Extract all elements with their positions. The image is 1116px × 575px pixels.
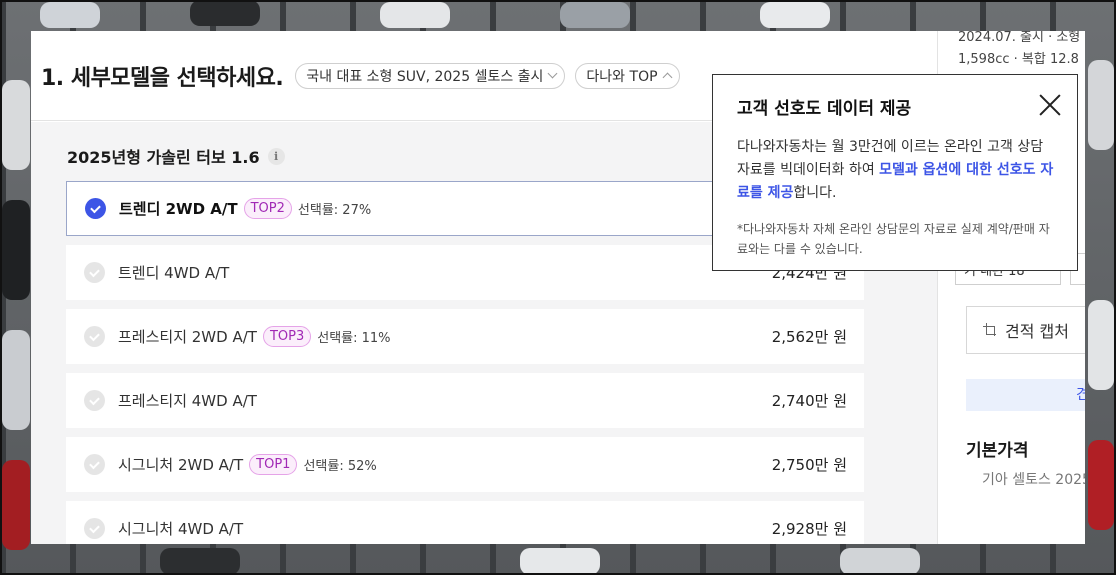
- trim-row[interactable]: 시그니처 4WD A/T 2,928만 원: [66, 501, 864, 544]
- preference-data-popup: 고객 선호도 데이터 제공 다나와자동차는 월 3만건에 이르는 온라인 고객 …: [712, 74, 1078, 271]
- popup-body: 다나와자동차는 월 3만건에 이르는 온라인 고객 상담자료를 빅데이터화 하여…: [737, 136, 1055, 205]
- top-badge: TOP1: [249, 454, 298, 475]
- model-info-chip[interactable]: 국내 대표 소형 SUV, 2025 셀토스 출시: [295, 62, 566, 89]
- trim-price: 2,740만 원: [771, 392, 847, 410]
- check-circle-icon[interactable]: [85, 198, 106, 219]
- car-shape: [2, 200, 30, 300]
- section-title: 2025년형 가솔린 터보 1.6 i: [67, 144, 285, 168]
- base-price-title: 기본가격: [966, 441, 1029, 461]
- trim-name: 시그니처 4WD A/T: [118, 520, 244, 538]
- chevron-up-icon: [662, 72, 672, 82]
- check-circle-icon[interactable]: [84, 262, 105, 283]
- car-shape: [190, 0, 260, 26]
- trim-name: 프레스티지 4WD A/T: [118, 392, 257, 410]
- trim-row[interactable]: 시그니처 2WD A/T TOP1 선택률: 52% 2,750만 원: [66, 437, 864, 492]
- car-shape: [380, 2, 450, 28]
- trim-row[interactable]: 프레스티지 2WD A/T TOP3 선택률: 11% 2,562만 원: [66, 309, 864, 364]
- section-title-text: 2025년형 가솔린 터보 1.6: [67, 148, 260, 167]
- top-badge: TOP3: [262, 326, 312, 347]
- car-shape: [2, 460, 30, 550]
- check-circle-icon[interactable]: [84, 454, 105, 475]
- car-shape: [760, 2, 830, 28]
- base-price-model: 기아 셀토스 2025: [982, 472, 1085, 488]
- car-shape: [560, 2, 630, 28]
- trim-name: 프레스티지 2WD A/T: [118, 328, 257, 346]
- selection-rate: 선택률: 27%: [297, 203, 372, 218]
- car-shape: [1088, 440, 1114, 530]
- check-circle-icon[interactable]: [84, 518, 105, 539]
- trim-name: 시그니처 2WD A/T: [118, 456, 244, 474]
- car-shape: [160, 548, 240, 575]
- top-badge: TOP2: [243, 198, 292, 219]
- popup-body-text-end: 합니다.: [793, 185, 837, 201]
- car-shape: [840, 548, 920, 575]
- check-circle-icon[interactable]: [84, 326, 105, 347]
- car-shape: [1088, 300, 1114, 390]
- car-shape: [2, 330, 30, 430]
- release-info: 2024.07. 출시 · 소형: [958, 31, 1081, 45]
- car-shape: [520, 548, 600, 575]
- spec-info: 1,598cc · 복합 12.8: [958, 52, 1079, 67]
- popup-note: *다나와자동차 자체 온라인 상담문의 자료로 실제 계약/판매 자료와는 다를…: [737, 222, 1050, 256]
- popup-title: 고객 선호도 데이터 제공: [737, 99, 912, 119]
- crop-icon: [983, 323, 997, 337]
- chip-label: 국내 대표 소형 SUV, 2025 셀토스 출시: [306, 68, 544, 85]
- chevron-down-icon: [547, 68, 558, 79]
- trim-price: 2,928만 원: [771, 520, 847, 538]
- trim-price: 2,562만 원: [771, 328, 847, 346]
- page-title: 1. 세부모델을 선택하세요.: [41, 65, 284, 91]
- car-shape: [1088, 60, 1114, 150]
- danawa-top-chip[interactable]: 다나와 TOP: [575, 62, 680, 89]
- car-shape: [2, 80, 30, 170]
- selection-rate: 선택률: 52%: [303, 459, 377, 474]
- estimate-capture-button[interactable]: 견적 캡처: [966, 306, 1085, 354]
- trim-name: 트렌디 2WD A/T: [119, 200, 238, 218]
- trim-row[interactable]: 프레스티지 4WD A/T 2,740만 원: [66, 373, 864, 428]
- car-shape: [40, 2, 100, 28]
- capture-label: 견적 캡처: [1005, 322, 1069, 341]
- check-circle-icon[interactable]: [84, 390, 105, 411]
- close-icon[interactable]: [1037, 92, 1063, 118]
- trim-name: 트렌디 4WD A/T: [118, 264, 230, 282]
- estimate-action-button[interactable]: 견: [966, 379, 1085, 411]
- trim-price: 2,750만 원: [771, 456, 847, 474]
- selection-rate: 선택률: 11%: [317, 331, 391, 346]
- chip-label: 다나와 TOP: [586, 68, 658, 85]
- info-icon[interactable]: i: [267, 147, 285, 165]
